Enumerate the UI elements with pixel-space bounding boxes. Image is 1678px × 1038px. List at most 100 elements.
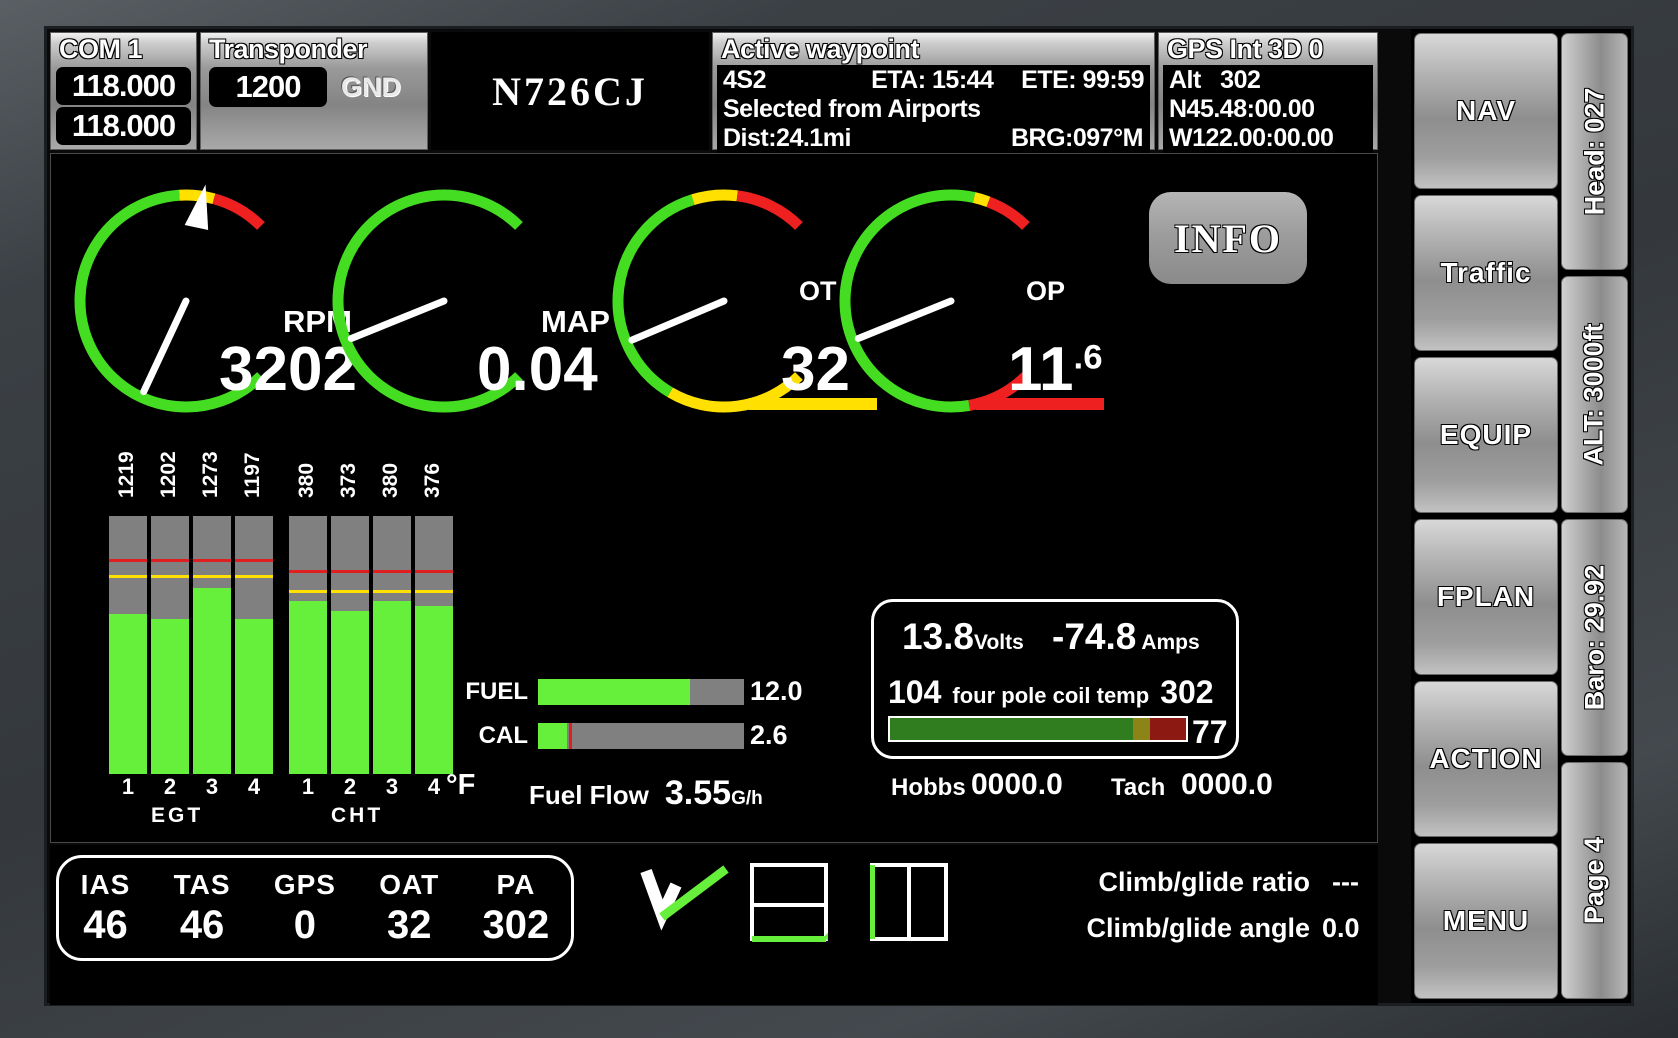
egt-bar-chart: 1219 1 1202 2 1273 3 1197 4 EGT	[109, 451, 309, 834]
coil-temp-left: 104	[888, 674, 942, 710]
level-bar-track	[538, 722, 744, 749]
gps-longitude: W122.00:00.00	[1169, 124, 1334, 152]
air-data-gps: GPS 0	[274, 869, 336, 948]
status-alt[interactable]: ALT: 3000ft	[1561, 276, 1628, 513]
softkey-rail: NAV Traffic EQUIP FPLAN ACTION MENU Head: 027…	[1411, 29, 1631, 1003]
softkey-traffic[interactable]: Traffic	[1414, 195, 1558, 351]
air-data-label: PA	[496, 868, 536, 900]
softkey-equip[interactable]: EQUIP	[1414, 357, 1558, 513]
checkmark-trend-icon	[640, 865, 729, 931]
bar-warning-line	[109, 559, 147, 563]
bar-index-label: 4	[247, 774, 261, 799]
bar-value-label: 373	[337, 462, 360, 498]
tach-label: Tach	[1111, 774, 1166, 801]
level-bar-value: 12.0	[750, 676, 803, 706]
status-text: Baro: 29.92	[1579, 564, 1610, 711]
fuel-flow-unit: G/h	[731, 788, 763, 809]
waypoint-distance: Dist:24.1mi	[723, 124, 851, 152]
bar-value-label: 1273	[199, 451, 222, 498]
air-data-panel: IAS 46 TAS 46 GPS 0 OAT 32 PA 302	[56, 855, 574, 961]
bar-index-label: 1	[121, 774, 135, 799]
info-button[interactable]: INFO	[1149, 192, 1307, 284]
bar-caution-line	[151, 574, 189, 578]
status-baro[interactable]: Baro: 29.92	[1561, 519, 1628, 756]
bar-fill	[109, 614, 147, 774]
volts-value: 13.8	[902, 616, 975, 657]
bar-column	[109, 516, 147, 774]
gps-alt-label: Alt	[1169, 66, 1201, 94]
com-radio-panel[interactable]: COM 1 118.000 118.000	[50, 32, 197, 150]
com-title: COM 1	[59, 34, 143, 64]
softkey-fplan[interactable]: FPLAN	[1414, 519, 1558, 675]
gps-body: Alt 302 N45.48:00.00 W122.00:00.00	[1163, 65, 1373, 155]
gauge-map[interactable]: MAP 0.04	[319, 176, 610, 426]
coil-bar-green	[890, 718, 1133, 740]
transponder-code[interactable]: 1200	[209, 67, 327, 107]
air-data-value: 0	[293, 902, 316, 947]
climb-glide-ratio-value: ---	[1332, 867, 1359, 897]
device-bezel: COM 1 118.000 118.000 Transponder 1200 G…	[0, 0, 1678, 1038]
bar-track	[289, 516, 327, 774]
waypoint-ete: ETE: 99:59	[1021, 66, 1144, 94]
com-active-frequency[interactable]: 118.000	[56, 67, 191, 105]
bar-fill	[415, 606, 453, 774]
amps-value: -74.8	[1052, 616, 1137, 657]
tail-number-panel: N726CJ	[431, 32, 709, 150]
status-text: Page 4	[1579, 836, 1609, 925]
coil-temp-label: four pole coil temp	[952, 683, 1150, 708]
level-bar-value: 2.6	[750, 720, 788, 750]
coil-temp-bar	[888, 716, 1188, 742]
transponder-panel[interactable]: Transponder 1200 GND	[200, 32, 428, 150]
bar-caution-line	[235, 574, 273, 578]
status-page-4[interactable]: Page 4	[1561, 762, 1628, 999]
gps-alt-value: 302	[1220, 66, 1261, 94]
gauge-op[interactable]: OP 11.6	[826, 176, 1104, 426]
bar-warning-line	[151, 559, 189, 563]
bar-caution-line	[193, 574, 231, 578]
active-waypoint-panel[interactable]: Active waypoint 4S2 ETA: 15:44 ETE: 99:5…	[712, 32, 1155, 155]
softkey-nav[interactable]: NAV	[1414, 33, 1558, 189]
status-text: Head: 027	[1579, 87, 1610, 216]
softkey-button-column: NAV Traffic EQUIP FPLAN ACTION MENU	[1411, 29, 1561, 1003]
bar-track	[415, 516, 453, 774]
bar-column	[289, 516, 327, 774]
air-data-label: GPS	[273, 868, 336, 900]
bar-warning-line	[289, 569, 327, 573]
top-status-strip: COM 1 118.000 118.000 Transponder 1200 G…	[50, 32, 1378, 155]
bar-column	[373, 516, 411, 774]
hobbs-value: 0000.0	[971, 768, 1063, 801]
coil-temp-readout: 104 four pole coil temp 302	[888, 674, 1214, 711]
bar-chart-axis-label: EGT	[151, 804, 204, 827]
gauge-map-value: 0.04	[477, 334, 598, 405]
bar-track	[235, 516, 273, 774]
temperature-unit-label: °F	[446, 769, 476, 801]
bar-fill	[193, 588, 231, 774]
bar-caution-line	[373, 590, 411, 594]
air-data-ias: IAS 46	[81, 869, 131, 948]
gps-panel[interactable]: GPS Int 3D 0 Alt 302 N45.48:00.00 W122.0…	[1158, 32, 1378, 155]
bar-caution-line	[109, 574, 147, 578]
bar-index-label: 1	[301, 774, 315, 799]
main-display-pane: COM 1 118.000 118.000 Transponder 1200 G…	[47, 29, 1411, 1005]
status-head[interactable]: Head: 027	[1561, 33, 1628, 270]
level-bar-fuel: FUEL 12.0	[456, 676, 803, 707]
gauge-rpm[interactable]: RPM 3202	[61, 176, 357, 426]
softkey-menu[interactable]: MENU	[1414, 843, 1558, 999]
waypoint-body: 4S2 ETA: 15:44 ETE: 99:59 Selected from …	[717, 65, 1150, 155]
com-standby-frequency[interactable]: 118.000	[56, 107, 191, 145]
status-text: ALT: 3000ft	[1579, 323, 1609, 466]
gauge-ot[interactable]: OT 32	[599, 176, 877, 426]
transponder-title: Transponder	[209, 34, 368, 64]
bar-fill	[235, 619, 273, 774]
bar-warning-line	[373, 569, 411, 573]
bar-warning-line	[415, 569, 453, 573]
gauge-op-decimal: .6	[1073, 338, 1103, 377]
bar-warning-line	[331, 569, 369, 573]
softkey-action[interactable]: ACTION	[1414, 681, 1558, 837]
fuel-flow-value: 3.55	[664, 774, 732, 812]
gps-title: GPS Int 3D 0	[1167, 34, 1324, 64]
level-bar-track	[538, 678, 744, 705]
bar-index-label: 2	[343, 774, 357, 799]
level-bar-label: FUEL	[465, 677, 528, 705]
bar-value-label: 1219	[115, 451, 138, 498]
